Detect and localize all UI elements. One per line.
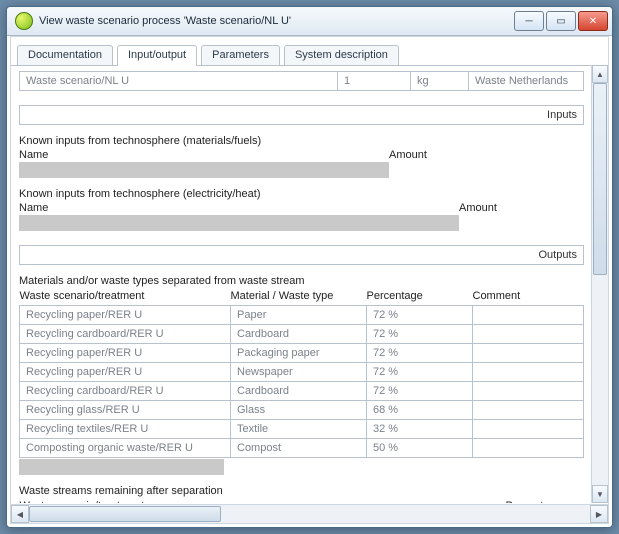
app-icon (15, 12, 33, 30)
horizontal-scrollbar[interactable]: ◀ ▶ (11, 504, 608, 523)
known-inputs-mf-label: Known inputs from technosphere (material… (19, 135, 584, 147)
window-frame: View waste scenario process 'Waste scena… (6, 6, 613, 528)
table-cell[interactable]: Recycling glass/RER U (20, 401, 231, 420)
tab-strip: Documentation Input/output Parameters Sy… (11, 37, 608, 66)
scroll-left-icon[interactable]: ◀ (11, 505, 29, 523)
col-name: Name (19, 202, 459, 214)
process-amount-cell[interactable]: 1 (338, 72, 411, 90)
table-cell[interactable]: 72 % (367, 382, 473, 401)
col-amount: Amount (459, 202, 497, 214)
table-cell[interactable]: Recycling paper/RER U (20, 344, 231, 363)
remaining-label: Waste streams remaining after separation (19, 485, 584, 497)
client-area: Documentation Input/output Parameters Sy… (10, 36, 609, 524)
col-comment: Comment (473, 288, 584, 306)
table-cell[interactable]: 72 % (367, 306, 473, 325)
tab-documentation[interactable]: Documentation (17, 45, 113, 65)
table-cell[interactable]: Packaging paper (231, 344, 367, 363)
col-material: Material / Waste type (231, 288, 367, 306)
table-cell[interactable] (473, 344, 584, 363)
table-row[interactable]: Recycling paper/RER UNewspaper72 % (20, 363, 584, 382)
tab-system-description[interactable]: System description (284, 45, 399, 65)
table-cell[interactable]: Recycling cardboard/RER U (20, 325, 231, 344)
mf-empty-row[interactable] (19, 162, 389, 178)
table-row[interactable]: Composting organic waste/RER UCompost50 … (20, 439, 584, 458)
table-cell[interactable]: Recycling textiles/RER U (20, 420, 231, 439)
table-cell[interactable] (473, 382, 584, 401)
table-cell[interactable]: Newspaper (231, 363, 367, 382)
process-summary-row: Waste scenario/NL U 1 kg Waste Netherlan… (19, 71, 584, 91)
col-percentage: Percentage (367, 288, 473, 306)
table-cell[interactable] (473, 439, 584, 458)
content-pane: Waste scenario/NL U 1 kg Waste Netherlan… (11, 65, 592, 503)
table-cell[interactable]: Recycling cardboard/RER U (20, 382, 231, 401)
horizontal-scroll-thumb[interactable] (29, 506, 221, 522)
table-row[interactable]: Recycling textiles/RER UTextile32 % (20, 420, 584, 439)
separated-table: Waste scenario/treatment Material / Wast… (19, 288, 584, 458)
table-row[interactable]: Recycling cardboard/RER UCardboard72 % (20, 382, 584, 401)
col-name: Name (19, 149, 389, 161)
table-cell[interactable]: 72 % (367, 325, 473, 344)
table-cell[interactable]: 72 % (367, 344, 473, 363)
table-row[interactable]: Recycling glass/RER UGlass68 % (20, 401, 584, 420)
table-cell[interactable]: Glass (231, 401, 367, 420)
table-cell[interactable]: 50 % (367, 439, 473, 458)
eh-empty-row[interactable] (19, 215, 459, 231)
col-waste-scenario: Waste scenario/treatment (20, 288, 231, 306)
table-cell[interactable]: Compost (231, 439, 367, 458)
minimize-button[interactable]: ─ (514, 11, 544, 31)
table-cell[interactable]: Recycling paper/RER U (20, 306, 231, 325)
col-waste-scenario: Waste scenario/treatment (20, 498, 506, 503)
table-cell[interactable]: 72 % (367, 363, 473, 382)
tab-input-output[interactable]: Input/output (117, 45, 197, 66)
known-inputs-eh-label: Known inputs from technosphere (electric… (19, 188, 584, 200)
tab-parameters[interactable]: Parameters (201, 45, 280, 65)
table-cell[interactable]: Paper (231, 306, 367, 325)
process-name-cell[interactable]: Waste scenario/NL U (20, 72, 338, 90)
inputs-section-header: Inputs (19, 105, 584, 125)
table-cell[interactable] (473, 363, 584, 382)
table-cell[interactable]: Composting organic waste/RER U (20, 439, 231, 458)
separated-empty-row[interactable] (19, 459, 224, 475)
table-cell[interactable] (473, 306, 584, 325)
process-category-cell[interactable]: Waste Netherlands (469, 72, 583, 90)
table-cell[interactable] (473, 420, 584, 439)
table-cell[interactable] (473, 325, 584, 344)
col-percentage: Percentage (506, 498, 584, 503)
vertical-scroll-thumb[interactable] (593, 83, 607, 275)
table-cell[interactable]: Textile (231, 420, 367, 439)
scroll-down-icon[interactable]: ▼ (592, 485, 608, 503)
close-button[interactable]: ✕ (578, 11, 608, 31)
table-cell[interactable]: 68 % (367, 401, 473, 420)
col-amount: Amount (389, 149, 427, 161)
title-bar[interactable]: View waste scenario process 'Waste scena… (7, 7, 612, 36)
table-cell[interactable]: Recycling paper/RER U (20, 363, 231, 382)
table-cell[interactable] (473, 401, 584, 420)
outputs-section-header: Outputs (19, 245, 584, 265)
window-title: View waste scenario process 'Waste scena… (39, 15, 514, 27)
table-cell[interactable]: Cardboard (231, 325, 367, 344)
table-row[interactable]: Recycling cardboard/RER UCardboard72 % (20, 325, 584, 344)
remaining-table: Waste scenario/treatment Percentage Curb… (19, 498, 584, 503)
process-unit-cell[interactable]: kg (411, 72, 469, 90)
vertical-scrollbar[interactable]: ▲ ▼ (591, 65, 608, 503)
table-cell[interactable]: Cardboard (231, 382, 367, 401)
table-row[interactable]: Recycling paper/RER UPaper72 % (20, 306, 584, 325)
maximize-button[interactable]: ▭ (546, 11, 576, 31)
scroll-right-icon[interactable]: ▶ (590, 505, 608, 523)
scroll-up-icon[interactable]: ▲ (592, 65, 608, 83)
table-row[interactable]: Recycling paper/RER UPackaging paper72 % (20, 344, 584, 363)
separated-label: Materials and/or waste types separated f… (19, 275, 584, 287)
table-cell[interactable]: 32 % (367, 420, 473, 439)
